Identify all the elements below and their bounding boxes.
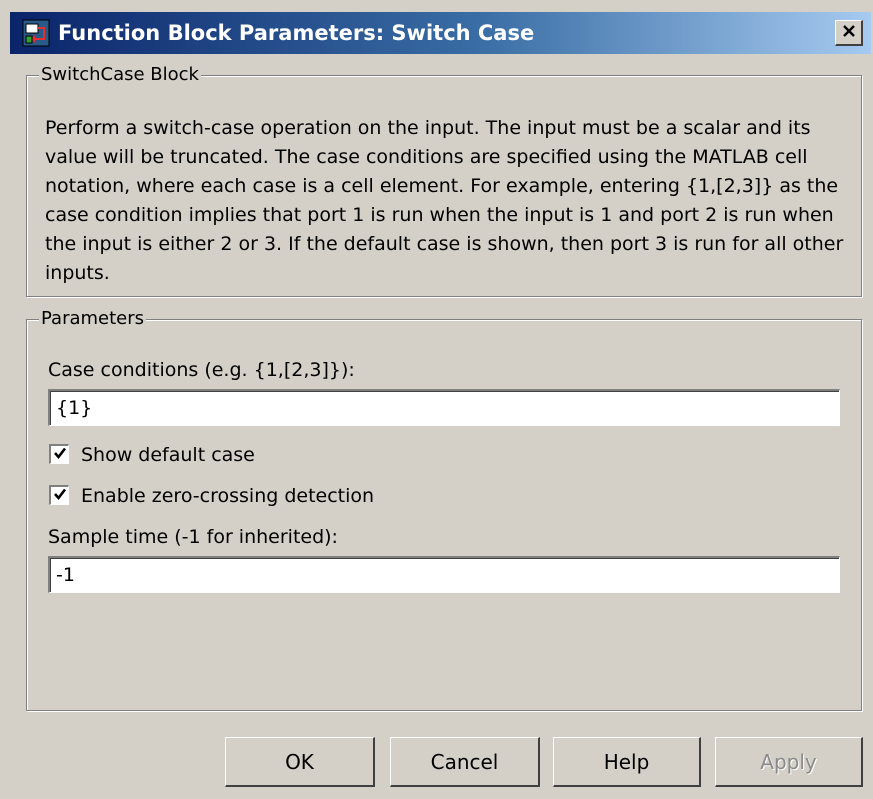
block-description-group: SwitchCase Block Perform a switch-case o…: [26, 64, 862, 297]
close-button[interactable]: [835, 20, 863, 46]
show-default-case-label[interactable]: Show default case: [81, 443, 255, 467]
sample-time-input[interactable]: [48, 556, 840, 593]
ok-button[interactable]: OK: [225, 737, 375, 787]
check-icon: [53, 486, 67, 505]
zero-crossing-checkbox[interactable]: [49, 485, 69, 505]
show-default-case-checkbox[interactable]: [49, 444, 69, 464]
case-conditions-input[interactable]: [48, 389, 840, 426]
window-title: Function Block Parameters: Switch Case: [58, 21, 535, 45]
parameters-group-label: Parameters: [39, 308, 147, 330]
dialog-window: Function Block Parameters: Switch Case S…: [0, 0, 873, 799]
block-group-label: SwitchCase Block: [39, 64, 201, 86]
check-icon: [53, 445, 67, 464]
case-conditions-label: Case conditions (e.g. {1,[2,3]}):: [48, 359, 355, 381]
close-icon: [842, 23, 856, 42]
simulink-block-icon: [22, 19, 50, 47]
block-description: Perform a switch-case operation on the i…: [45, 117, 844, 284]
help-button[interactable]: Help: [553, 737, 701, 787]
parameters-group: Parameters Case conditions (e.g. {1,[2,3…: [26, 308, 862, 711]
apply-button[interactable]: Apply: [715, 737, 863, 787]
sample-time-label: Sample time (-1 for inherited):: [48, 526, 338, 548]
cancel-button[interactable]: Cancel: [390, 737, 540, 787]
zero-crossing-label[interactable]: Enable zero-crossing detection: [81, 484, 374, 508]
title-bar[interactable]: Function Block Parameters: Switch Case: [10, 12, 871, 54]
